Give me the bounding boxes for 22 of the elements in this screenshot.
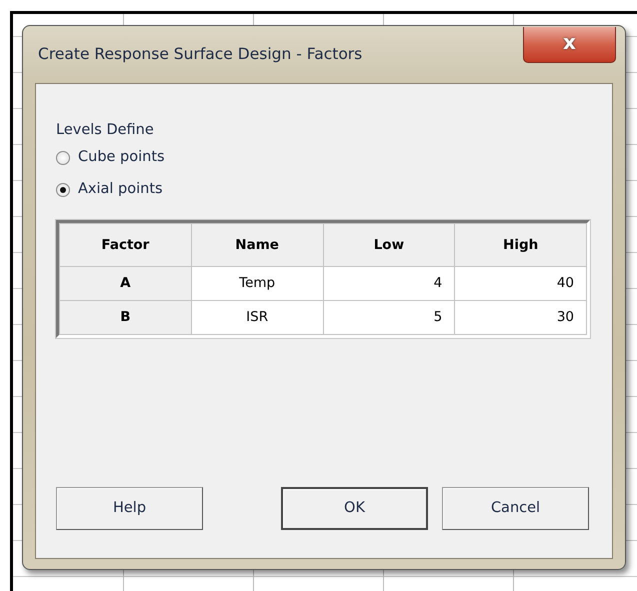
close-button[interactable]: x [523, 27, 616, 63]
radio-button[interactable] [56, 150, 70, 165]
group-label: Levels Define [56, 121, 155, 140]
radio-label[interactable]: Axial points [78, 178, 163, 201]
radio-label[interactable]: Cube points [78, 146, 165, 169]
table-cell[interactable]: 30 [454, 300, 586, 334]
table-cell[interactable]: Temp [191, 266, 323, 300]
column-header: Low [323, 223, 455, 266]
dialog-button[interactable]: OK [281, 487, 428, 530]
table-cell[interactable]: 5 [323, 300, 455, 334]
column-header: Factor [60, 223, 192, 266]
window-title: Create Response Surface Design - Factors [37, 44, 362, 65]
column-header: High [454, 223, 586, 266]
dialog-button[interactable]: Cancel [442, 487, 589, 530]
table-cell[interactable]: ISR [191, 300, 323, 334]
row-header: A [60, 266, 192, 300]
table-cell[interactable]: 40 [454, 266, 586, 300]
row-header: B [60, 300, 192, 334]
table-cell[interactable]: 4 [323, 266, 455, 300]
dialog-button[interactable]: Help [56, 487, 203, 530]
column-header: Name [191, 223, 323, 266]
radio-button[interactable] [56, 182, 70, 197]
